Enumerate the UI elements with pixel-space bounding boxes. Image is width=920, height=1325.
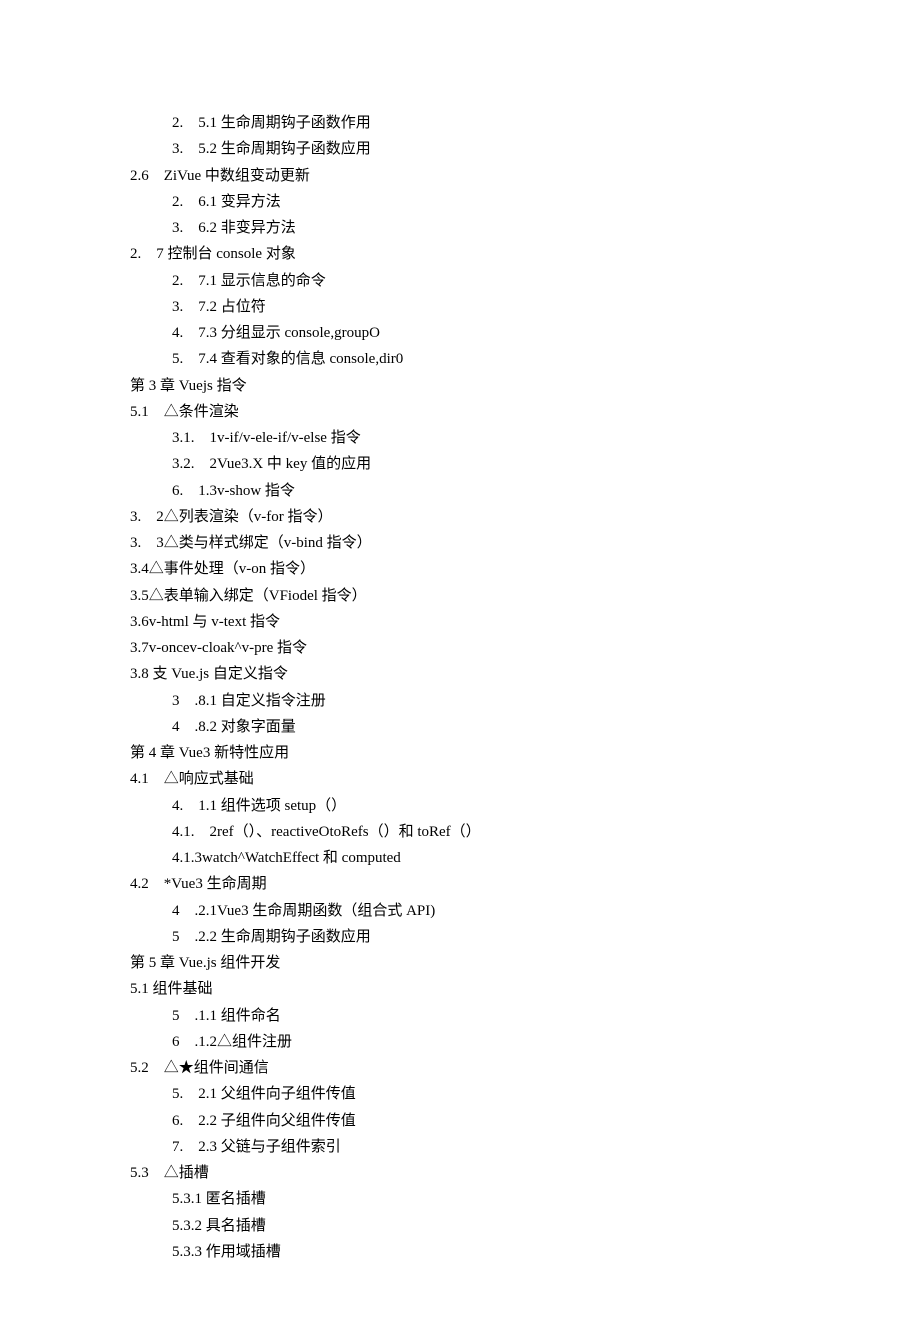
toc-line: 7. 2.3 父链与子组件索引	[172, 1134, 790, 1160]
toc-line: 4.1.3watch^WatchEffect 和 computed	[172, 845, 790, 871]
toc-line: 3 .8.1 自定义指令注册	[172, 688, 790, 714]
toc-line: 3.1. 1v-if/v-ele-if/v-else 指令	[172, 425, 790, 451]
toc-line: 5.2 △★组件间通信	[130, 1055, 790, 1081]
toc-line: 4.1. 2ref（）、reactiveOtoRefs（）和 toRef（）	[172, 819, 790, 845]
toc-line: 第 3 章 Vuejs 指令	[130, 373, 790, 399]
toc-line: 5.3.1 匿名插槽	[172, 1186, 790, 1212]
toc-line: 4.1 △响应式基础	[130, 766, 790, 792]
toc-line: 4. 1.1 组件选项 setup（）	[172, 793, 790, 819]
toc-line: 2. 5.1 生命周期钩子函数作用	[172, 110, 790, 136]
toc-line: 3.6v-html 与 v-text 指令	[130, 609, 790, 635]
document-page: 2. 5.1 生命周期钩子函数作用3. 5.2 生命周期钩子函数应用2.6 Zi…	[0, 0, 920, 1325]
toc-line: 3. 2△列表渲染（v-for 指令）	[130, 504, 790, 530]
toc-line: 第 4 章 Vue3 新特性应用	[130, 740, 790, 766]
toc-line: 2.6 ZiVue 中数组变动更新	[130, 163, 790, 189]
toc-line: 5 .1.1 组件命名	[172, 1003, 790, 1029]
toc-line: 4.2 *Vue3 生命周期	[130, 871, 790, 897]
toc-line: 2. 7.1 显示信息的命令	[172, 268, 790, 294]
toc-line: 5.3 △插槽	[130, 1160, 790, 1186]
toc-line: 3.8 支 Vue.js 自定义指令	[130, 661, 790, 687]
toc-line: 5.1 组件基础	[130, 976, 790, 1002]
toc-line: 5.3.3 作用域插槽	[172, 1239, 790, 1265]
toc-line: 第 5 章 Vue.js 组件开发	[130, 950, 790, 976]
toc-line: 3.2. 2Vue3.X 中 key 值的应用	[172, 451, 790, 477]
toc-line: 5. 7.4 查看对象的信息 console,dir0	[172, 346, 790, 372]
toc-line: 6 .1.2△组件注册	[172, 1029, 790, 1055]
toc-line: 6. 1.3v-show 指令	[172, 478, 790, 504]
toc-line: 4. 7.3 分组显示 console,groupO	[172, 320, 790, 346]
toc-line: 5.1 △条件渲染	[130, 399, 790, 425]
toc-line: 3. 3△类与样式绑定（v-bind 指令）	[130, 530, 790, 556]
toc-line: 3.7v-oncev-cloak^v-pre 指令	[130, 635, 790, 661]
toc-line: 4 .2.1Vue3 生命周期函数（组合式 API)	[172, 898, 790, 924]
toc-line: 3. 7.2 占位符	[172, 294, 790, 320]
toc-line: 5 .2.2 生命周期钩子函数应用	[172, 924, 790, 950]
toc-line: 5.3.2 具名插槽	[172, 1213, 790, 1239]
toc-line: 3.5△表单输入绑定（VFiodel 指令）	[130, 583, 790, 609]
toc-line: 4 .8.2 对象字面量	[172, 714, 790, 740]
toc-line: 2. 7 控制台 console 对象	[130, 241, 790, 267]
toc-line: 5. 2.1 父组件向子组件传值	[172, 1081, 790, 1107]
toc-line: 3. 6.2 非变异方法	[172, 215, 790, 241]
toc-line: 3. 5.2 生命周期钩子函数应用	[172, 136, 790, 162]
toc-line: 6. 2.2 子组件向父组件传值	[172, 1108, 790, 1134]
toc-line: 3.4△事件处理（v-on 指令）	[130, 556, 790, 582]
toc-line: 2. 6.1 变异方法	[172, 189, 790, 215]
